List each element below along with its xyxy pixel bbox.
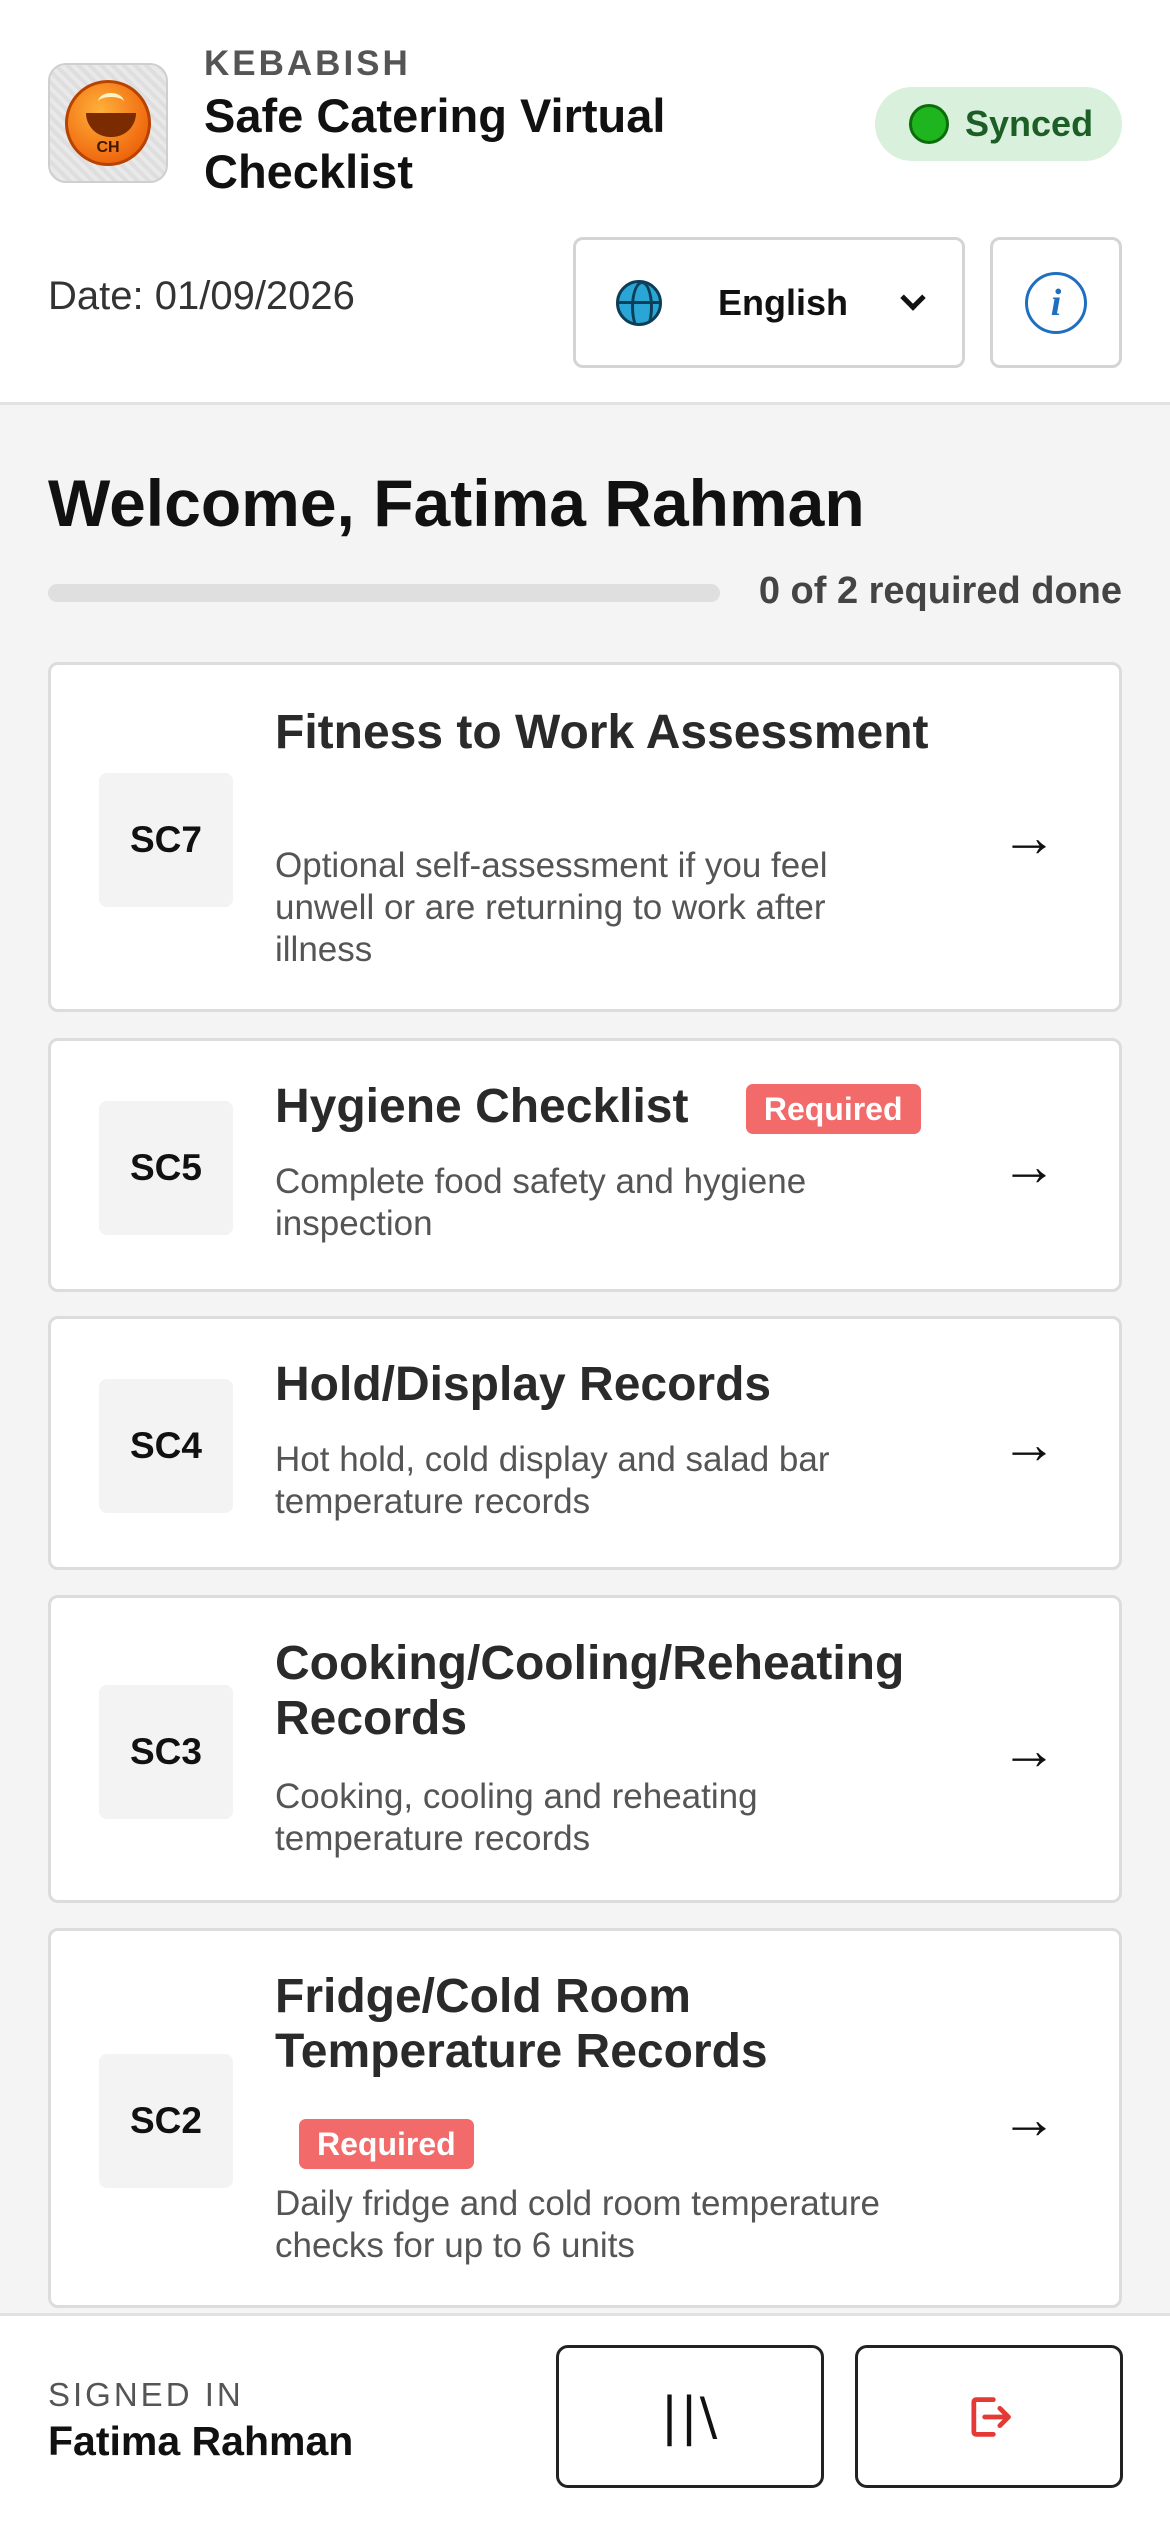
status-dot-icon xyxy=(909,104,949,144)
checklist-card-sc5[interactable]: SC5 Hygiene Checklist Required Complete … xyxy=(48,1038,1122,1292)
info-button[interactable]: i xyxy=(990,237,1122,368)
language-select[interactable]: English xyxy=(573,237,965,368)
signed-in-user-name: Fatima Rahman xyxy=(48,2418,354,2464)
card-code: SC5 xyxy=(99,1101,233,1235)
card-description: Daily fridge and cold room temperature c… xyxy=(275,2184,881,2265)
arrow-right-icon: → xyxy=(1001,1412,1057,1475)
globe-icon xyxy=(616,279,662,326)
chevron-down-icon xyxy=(900,284,926,311)
sync-status-label: Synced xyxy=(965,103,1094,144)
header: CH KEBABISH Safe Catering Virtual Checkl… xyxy=(0,0,1170,405)
card-description: Cooking, cooling and reheating temperatu… xyxy=(275,1777,758,1858)
card-code: SC4 xyxy=(99,1379,233,1513)
card-title-row: Hygiene Checklist Required xyxy=(275,1079,955,1135)
arrow-right-icon: → xyxy=(1001,1134,1057,1197)
arrow-right-icon: → xyxy=(1001,1718,1057,1781)
logo-text: CH xyxy=(96,139,120,156)
sync-status-badge: Synced xyxy=(875,87,1122,161)
checklist-card-sc2[interactable]: SC2 Fridge/Cold Room Temperature Records… xyxy=(48,1928,1122,2308)
card-title: Hygiene Checklist xyxy=(275,1080,689,1133)
checklist-card-sc3[interactable]: SC3 Cooking/Cooling/Reheating Records Co… xyxy=(48,1595,1122,1903)
app-title: Safe Catering Virtual Checklist xyxy=(204,89,666,198)
library-button[interactable]: ||\ xyxy=(556,2345,824,2488)
required-badge: Required xyxy=(299,2119,474,2169)
library-icon: ||\ xyxy=(660,2386,720,2447)
welcome-heading: Welcome, Fatima Rahman xyxy=(48,466,865,540)
arrow-right-icon: → xyxy=(1001,805,1057,868)
signed-in-label: SIGNED IN xyxy=(48,2376,244,2413)
card-code: SC2 xyxy=(99,2054,233,2188)
card-code: SC3 xyxy=(99,1685,233,1819)
logo-bowl-icon: CH xyxy=(65,80,151,166)
current-date: Date: 01/09/2026 xyxy=(48,274,355,318)
app-logo: CH xyxy=(48,63,168,183)
card-description: Hot hold, cold display and salad bar tem… xyxy=(275,1440,830,1521)
card-description: Optional self-assessment if you feel unw… xyxy=(275,846,828,969)
brand-name: KEBABISH xyxy=(204,44,411,83)
progress-label: 0 of 2 required done xyxy=(758,570,1122,612)
card-title: Fitness to Work Assessment xyxy=(275,706,929,759)
info-icon: i xyxy=(1025,271,1087,334)
language-label: English xyxy=(717,281,848,323)
card-code: SC7 xyxy=(99,773,233,907)
logout-button[interactable] xyxy=(855,2345,1123,2488)
required-badge: Required xyxy=(745,1084,921,1135)
card-title: Fridge/Cold Room Temperature Records xyxy=(275,1970,768,2078)
card-title: Cooking/Cooling/Reheating Records xyxy=(275,1637,905,1745)
card-description: Complete food safety and hygiene inspect… xyxy=(275,1162,807,1243)
app-root: CH KEBABISH Safe Catering Virtual Checkl… xyxy=(0,0,1170,2532)
checklist-card-sc7[interactable]: SC7 Fitness to Work Assessment Optional … xyxy=(48,662,1122,1012)
logout-icon xyxy=(971,2396,1011,2437)
card-title: Hold/Display Records xyxy=(275,1358,772,1411)
arrow-right-icon: → xyxy=(1001,2087,1057,2150)
checklist-card-sc4[interactable]: SC4 Hold/Display Records Hot hold, cold … xyxy=(48,1316,1122,1570)
progress-bar xyxy=(48,584,720,602)
